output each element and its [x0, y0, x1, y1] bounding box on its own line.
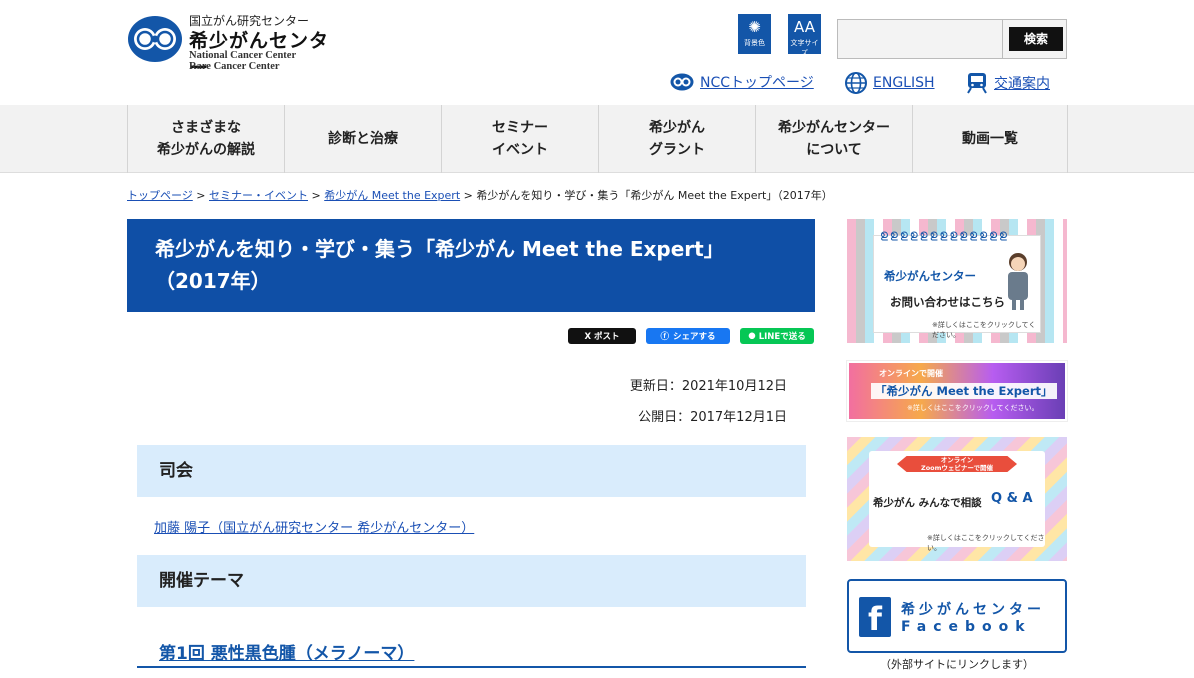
nav-label: 動画一覧	[962, 131, 1018, 147]
nav-label: さまざまな	[171, 120, 241, 136]
external-link-note: （外部サイトにリンクします）	[880, 658, 1034, 671]
page-title-line2: （2017年）	[155, 269, 271, 293]
contact-note: ※詳しくはここをクリックしてください。	[932, 321, 1036, 339]
nav-label: について	[806, 142, 862, 158]
host-link[interactable]: 加藤 陽子（国立がん研究センター 希少がんセンター）	[154, 517, 474, 536]
nav-label: 希少がんセンター	[778, 120, 890, 136]
contact-banner[interactable]: ഉഉഉഉഉഉഉഉഉഉഉഉഉ 希少がんセンター お問い合わせはこちら ※詳しくはこ…	[847, 219, 1067, 343]
ncc-top-link[interactable]: NCCトップページ	[670, 72, 814, 92]
nav-label: 希少がんの解説	[157, 142, 255, 158]
breadcrumb-separator: >	[311, 189, 321, 202]
nav-label: 希少がん	[649, 120, 705, 136]
nav-item-grant[interactable]: 希少がん グラント	[598, 105, 755, 173]
nav-item-seminar[interactable]: セミナー イベント	[441, 105, 598, 173]
background-color-button[interactable]: ✺ 背景色	[738, 14, 771, 54]
online-note: ※詳しくはここをクリックしてください。	[907, 404, 1039, 412]
nav-item-about[interactable]: 希少がんセンター について	[755, 105, 912, 173]
staff-illustration-icon	[1008, 253, 1028, 310]
facebook-banner-title: 希少がんセンター	[901, 602, 1045, 618]
nav-label: グラント	[649, 142, 705, 158]
global-nav: さまざまな希少がんの解説 診断と治療 セミナーイベント 希少がんグラント 希少が…	[0, 105, 1194, 173]
logo-english-line2: Rare Cancer Center	[189, 61, 280, 72]
search-input[interactable]	[837, 19, 1003, 59]
qa-card: オンライン Zoomウェビナーで開催 希少がん みんなで相談 Q & A ※詳し…	[869, 451, 1045, 552]
line-share-button[interactable]: ● LINEで送る	[740, 328, 814, 344]
updated-date: 更新日：2021年10月12日	[629, 379, 787, 394]
nav-item-rare-cancers[interactable]: さまざまな希少がんの解説	[127, 105, 284, 173]
sun-icon: ✺	[748, 18, 761, 36]
page-title-line1: 希少がんを知り・学び・集う「希少がん Meet the Expert」	[155, 237, 724, 261]
facebook-share-label: シェアする	[673, 332, 716, 342]
breadcrumb: トップページ > セミナー・イベント > 希少がん Meet the Exper…	[127, 187, 833, 203]
line-icon: ●	[748, 331, 756, 341]
facebook-icon: ⓕ	[660, 332, 669, 342]
section-heading-theme: 開催テーマ	[137, 555, 806, 607]
english-link-label[interactable]: ENGLISH	[873, 75, 935, 91]
qa-consultation-banner[interactable]: オンライン Zoomウェビナーで開催 希少がん みんなで相談 Q & A ※詳し…	[847, 437, 1067, 561]
english-link[interactable]: ENGLISH	[845, 72, 935, 94]
qa-title: 希少がん みんなで相談	[873, 497, 982, 509]
facebook-banner[interactable]: f 希少がんセンター Facebook	[847, 579, 1067, 653]
access-link[interactable]: 交通案内	[966, 72, 1050, 94]
logo-english-line1: National Cancer Center	[189, 50, 297, 61]
section-heading-host: 司会	[137, 445, 806, 497]
search-button-label: 検索	[1009, 27, 1063, 51]
online-tag: オンラインで開催	[879, 369, 943, 378]
globe-icon	[845, 72, 867, 94]
font-size-button[interactable]: AA 文字サイズ	[788, 14, 821, 57]
theme-heading-1: 第1回 悪性黒色腫（メラノーマ）	[137, 637, 806, 668]
theme-link-1[interactable]: 第1回 悪性黒色腫（メラノーマ）	[159, 639, 414, 664]
breadcrumb-seminar[interactable]: セミナー・イベント	[209, 189, 308, 202]
facebook-banner-subtitle: Facebook	[901, 619, 1032, 635]
qa-label: Q & A	[991, 491, 1033, 506]
site-header: 国立がん研究センター 希少がんセンター National Cancer Cent…	[0, 0, 1194, 105]
online-meet-the-expert-banner[interactable]: オンラインで開催 「希少がん Meet the Expert」 ※詳しくはここを…	[846, 360, 1068, 422]
line-share-label: LINEで送る	[758, 332, 806, 342]
nav-label: セミナー	[492, 120, 548, 136]
contact-title: 希少がんセンター	[884, 269, 976, 283]
font-size-label: 文字サイズ	[790, 39, 819, 57]
facebook-share-button[interactable]: ⓕ シェアする	[646, 328, 730, 344]
contact-card: ഉഉഉഉഉഉഉഉഉഉഉഉഉ 希少がんセンター お問い合わせはこちら ※詳しくはこ…	[873, 228, 1041, 339]
ncc-logo-icon	[670, 73, 694, 91]
nav-item-diagnosis[interactable]: 診断と治療	[284, 105, 441, 173]
qa-tag-1: オンライン	[940, 456, 974, 464]
facebook-logo-icon: f	[859, 597, 891, 638]
zoom-webinar-tag: オンライン Zoomウェビナーで開催	[897, 456, 1017, 472]
ncc-top-link-label[interactable]: NCCトップページ	[700, 72, 814, 92]
page-title: 希少がんを知り・学び・集う「希少がん Meet the Expert」 （201…	[127, 219, 815, 312]
qa-note: ※詳しくはここをクリックしてください。	[927, 534, 1045, 552]
breadcrumb-meet-the-expert[interactable]: 希少がん Meet the Expert	[324, 189, 460, 202]
x-post-label: X ポスト	[584, 332, 620, 342]
contact-text: お問い合わせはこちら	[890, 295, 1005, 309]
ncc-logo-icon	[128, 16, 182, 62]
access-link-label[interactable]: 交通案内	[994, 73, 1050, 93]
online-title: 「希少がん Meet the Expert」	[871, 383, 1057, 399]
x-post-button[interactable]: X ポスト	[568, 328, 636, 344]
breadcrumb-separator: >	[463, 189, 473, 202]
breadcrumb-separator: >	[196, 189, 206, 202]
site-logo[interactable]: 国立がん研究センター 希少がんセンター National Cancer Cent…	[127, 12, 337, 79]
nav-label: 診断と治療	[328, 131, 398, 147]
font-size-icon: AA	[794, 18, 815, 36]
spiral-binding-icon: ഉഉഉഉഉഉഉഉഉഉഉഉഉ	[880, 228, 1009, 241]
nav-item-videos[interactable]: 動画一覧	[912, 105, 1068, 173]
nav-label: イベント	[492, 142, 548, 158]
breadcrumb-current: 希少がんを知り・学び・集う「希少がん Meet the Expert」（2017…	[476, 189, 833, 202]
qa-tag-2: Zoomウェビナーで開催	[920, 464, 994, 472]
breadcrumb-home[interactable]: トップページ	[127, 189, 193, 202]
train-icon	[967, 73, 987, 94]
search-button[interactable]: 検索	[1003, 19, 1067, 59]
bg-color-label: 背景色	[744, 39, 765, 47]
published-date: 公開日：2017年12月1日	[638, 410, 787, 425]
